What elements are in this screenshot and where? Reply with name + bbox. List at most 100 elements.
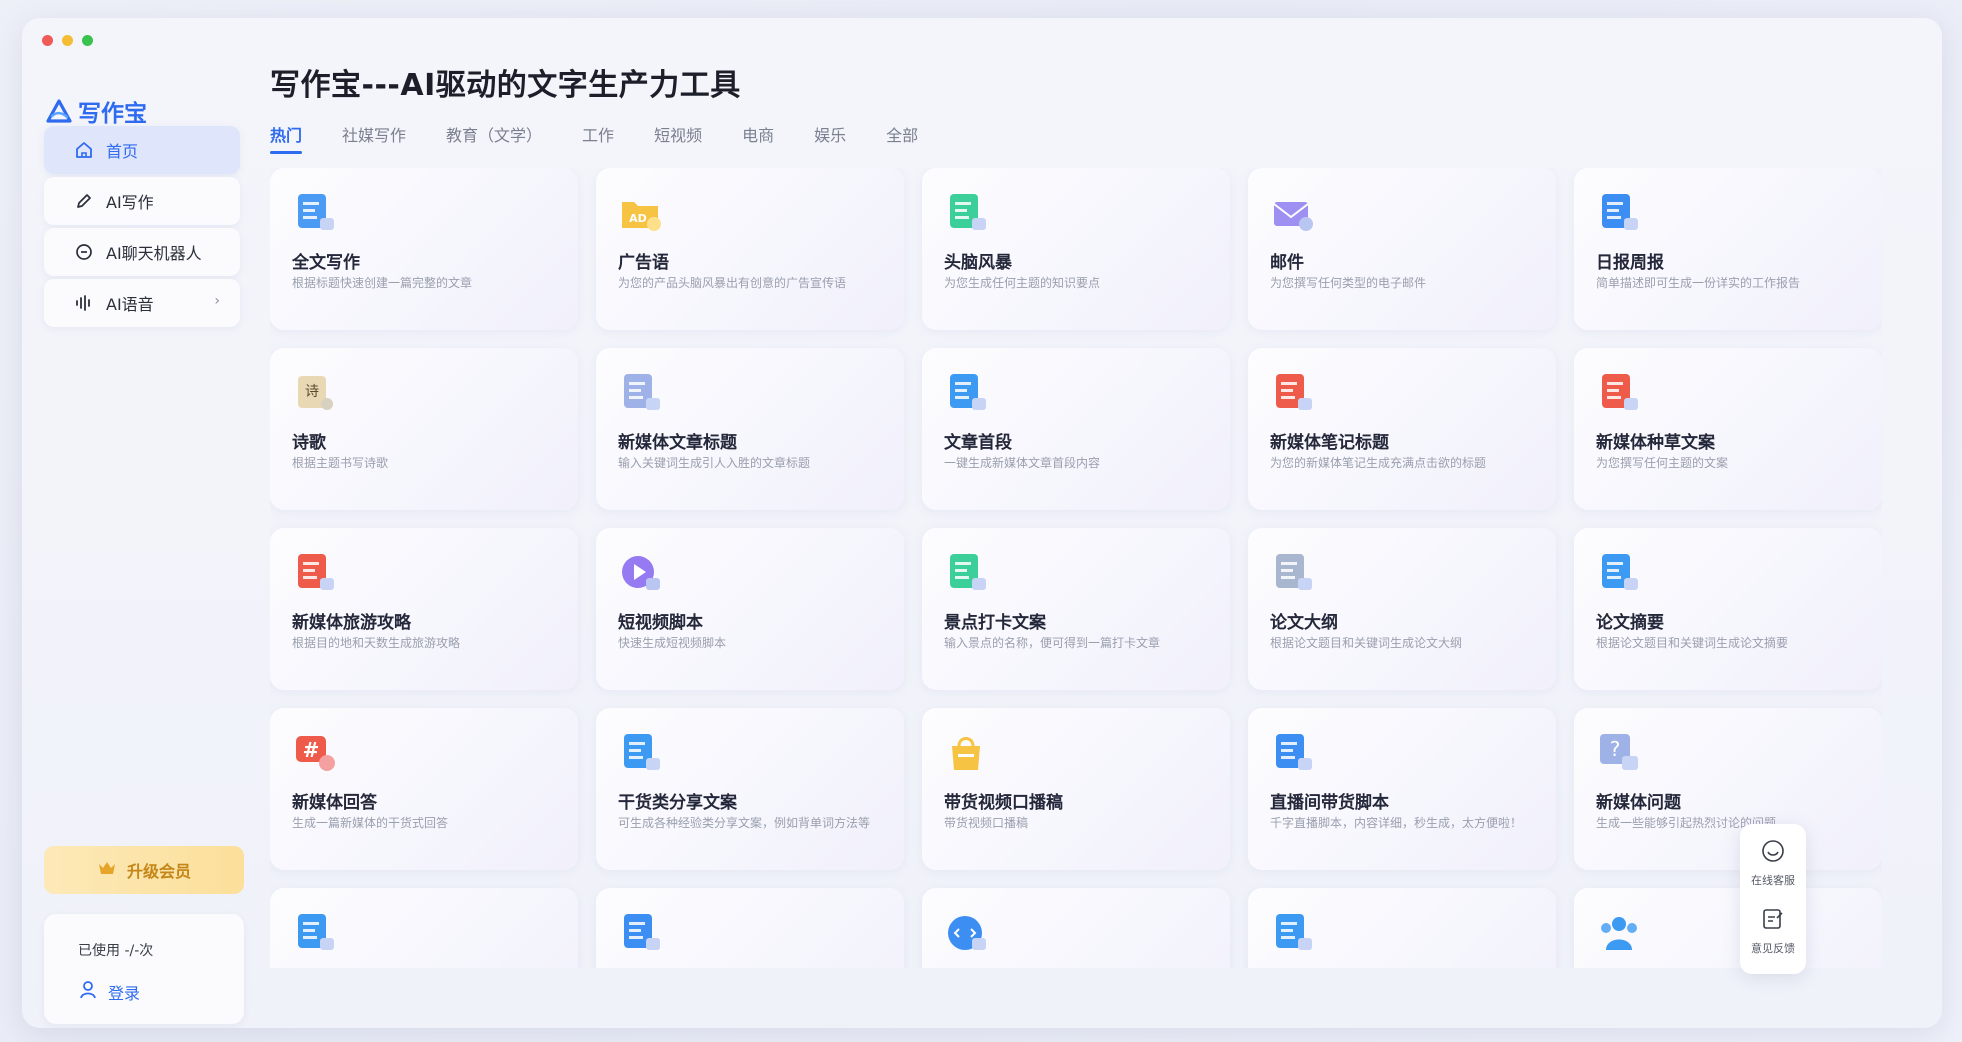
tool-card[interactable]: 文章首段 一键生成新媒体文章首段内容 [922,348,1230,510]
tool-card-title: 邮件 [1270,253,1304,273]
tool-card[interactable]: 短视频脚本 快速生成短视频脚本 [596,528,904,690]
headset-smile-icon [1760,840,1786,868]
tool-card[interactable]: 诗诗歌根据主题书写诗歌 [270,348,578,510]
tool-card[interactable]: 新媒体文章标题 输入关键词生成引人入胜的文章标题 [596,348,904,510]
tool-card[interactable]: 新媒体笔记标题为您的新媒体笔记生成充满点击欲的标题 [1248,348,1556,510]
tool-card-title: 广告语 [618,253,669,273]
tool-card[interactable]: AD 广告语为您的产品头脑风暴出有创意的广告宣传语 [596,168,904,330]
tool-card[interactable]: 全文写作 根据标题快速创建一篇完整的文章 [270,168,578,330]
tool-card[interactable] [270,888,578,968]
tool-card-title: 日报周报 [1596,253,1664,273]
sidebar-item-home[interactable]: 首页 [44,126,240,174]
tool-card[interactable]: # 新媒体回答 生成一篇新媒体的干货式回答 [270,708,578,870]
upgrade-member-button[interactable]: 升级会员 [44,846,244,894]
poem-scroll-icon: 诗 [292,370,338,416]
category-tabs: 热门 社媒写作 教育（文学） 工作 短视频 电商 娱乐 全部 [270,122,958,154]
tab-entertainment[interactable]: 娱乐 [814,122,846,154]
logo[interactable]: 写作宝 [46,94,147,128]
tool-card[interactable]: 邮件 为您撰写任何类型的电子邮件 [1248,168,1556,330]
live-screen-icon [1270,730,1316,776]
tool-card-grid: 全文写作 根据标题快速创建一篇完整的文章 AD 广告语为您的产品头脑风暴出有创意的广告… [270,168,1882,968]
tool-card[interactable] [1248,888,1556,968]
tool-card-description: 为您生成任何主题的知识要点 [944,276,1101,290]
tool-card[interactable] [922,888,1230,968]
feedback-button[interactable]: 意见反馈 [1740,906,1806,956]
tool-card-description: 根据论文题目和关键词生成论文大纲 [1270,636,1463,650]
tab-short-video[interactable]: 短视频 [654,122,702,154]
usage-count: 已使用 -/-次 [78,943,154,959]
tool-card-description: 根据论文题目和关键词生成论文摘要 [1596,636,1789,650]
tool-card-description: 简单描述即可生成一份详实的工作报告 [1596,276,1801,290]
home-icon [74,140,94,160]
feedback-label: 意见反馈 [1751,942,1795,955]
ad-folder-icon: AD [618,190,664,236]
tab-social-writing[interactable]: 社媒写作 [342,122,406,154]
tool-card[interactable]: ? 新媒体问题生成一些能够引起热烈讨论的问题 [1574,708,1882,870]
sidebar-item-ai-writing[interactable]: AI写作 [44,177,240,225]
tool-card[interactable]: 新媒体旅游攻略 根据目的地和天数生成旅游攻略 [270,528,578,690]
red-book-icon [1596,370,1642,416]
tool-card-title: 新媒体问题 [1596,793,1681,813]
tool-card-description: 生成一篇新媒体的干货式回答 [292,816,449,830]
user-icon [80,981,96,1003]
chat-bubble-icon [74,242,94,262]
sidebar-item-label: 首页 [106,142,139,161]
tool-card-title: 论文摘要 [1596,613,1664,633]
tab-work[interactable]: 工作 [582,122,614,154]
page-title: 写作宝---AI驱动的文字生产力工具 [270,68,741,103]
report-book-icon [1596,190,1642,236]
online-service-label: 在线客服 [1751,874,1795,887]
login-button[interactable]: 登录 [80,980,140,1004]
tool-card-title: 头脑风暴 [944,253,1012,273]
tool-card-description: 带货视频口播稿 [944,816,1029,830]
sidebar-item-label: AI语音 [106,295,154,314]
tab-ecommerce[interactable]: 电商 [742,122,774,154]
video-bulb-icon [292,910,338,956]
sidebar-item-ai-voice[interactable]: AI语音 › [44,279,240,327]
tool-card[interactable]: 头脑风暴为您生成任何主题的知识要点 [922,168,1230,330]
minimize-window-button[interactable] [62,35,73,46]
maximize-window-button[interactable] [82,35,93,46]
tab-all[interactable]: 全部 [886,122,918,154]
logo-icon [46,99,72,123]
tab-hot[interactable]: 热门 [270,122,303,154]
tool-card[interactable]: 新媒体种草文案 为您撰写任何主题的文案 [1574,348,1882,510]
feedback-edit-icon [1760,909,1786,936]
tool-card-title: 带货视频口播稿 [944,793,1063,813]
usage-card: 已使用 -/-次 登录 [44,914,244,1024]
tool-card[interactable] [596,888,904,968]
upgrade-label: 升级会员 [126,862,191,881]
tool-card[interactable]: 带货视频口播稿 带货视频口播稿 [922,708,1230,870]
tool-card-description: 生成一些能够引起热烈讨论的问题 [1596,816,1777,830]
tool-card[interactable]: 日报周报简单描述即可生成一份详实的工作报告 [1574,168,1882,330]
red-book-icon [1270,370,1316,416]
tool-card-title: 景点打卡文案 [944,613,1046,633]
sidebar-item-ai-chatbot[interactable]: AI聊天机器人 [44,228,240,276]
tool-card-description: 为您的新媒体笔记生成充满点击欲的标题 [1270,456,1487,470]
tool-card[interactable]: 论文大纲 根据论文题目和关键词生成论文大纲 [1248,528,1556,690]
abstract-doc-icon [1596,550,1642,596]
people-icon [1596,910,1642,956]
tool-card[interactable]: 论文摘要根据论文题目和关键词生成论文摘要 [1574,528,1882,690]
tool-card-description: 为您的产品头脑风暴出有创意的广告宣传语 [618,276,847,290]
tool-card[interactable]: 景点打卡文案输入景点的名称，便可得到一篇打卡文章 [922,528,1230,690]
tool-card-title: 新媒体笔记标题 [1270,433,1389,453]
tool-card-description: 输入景点的名称，便可得到一篇打卡文章 [944,636,1161,650]
close-window-button[interactable] [42,35,53,46]
sidebar: 写作宝 首页 AI写作 AI聊天机器人 AI语音 › 升级会员 已使用 -/-次… [22,62,272,1028]
chevron-right-icon: › [214,293,220,309]
tab-education[interactable]: 教育（文学） [446,122,542,154]
shopping-bag-icon [944,730,990,776]
tool-card-description: 根据主题书写诗歌 [292,456,389,470]
tool-card-title: 诗歌 [292,433,326,453]
tool-card-description: 根据目的地和天数生成旅游攻略 [292,636,461,650]
tool-card[interactable]: 直播间带货脚本 千字直播脚本，内容详细，秒生成，太方便啦！ [1248,708,1556,870]
doc-gear-icon [944,370,990,416]
floating-help-panel: 在线客服 意见反馈 [1740,824,1806,974]
film-5s-icon [618,910,664,956]
doc-cart-icon [1270,910,1316,956]
online-service-button[interactable]: 在线客服 [1740,838,1806,888]
tool-card[interactable]: 干货类分享文案 可生成各种经验类分享文案，例如背单词方法等 [596,708,904,870]
tool-card[interactable] [1574,888,1882,968]
svg-text:?: ? [1610,737,1621,761]
